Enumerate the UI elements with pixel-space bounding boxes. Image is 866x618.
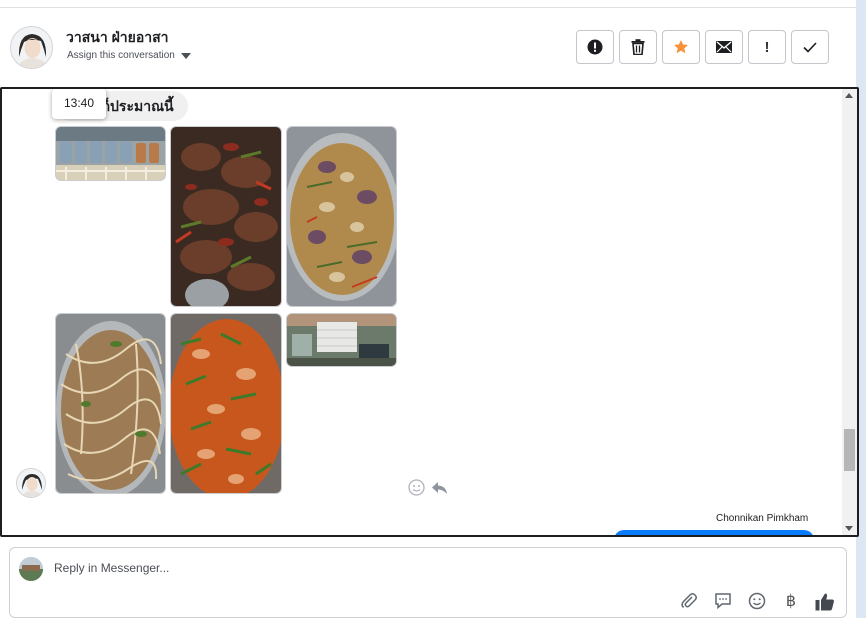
- spam-button[interactable]: [576, 30, 614, 64]
- envelope-icon: [716, 41, 732, 53]
- reply-arrow-icon[interactable]: [431, 479, 448, 501]
- photo-noodle-soup[interactable]: [55, 313, 166, 494]
- contact-avatar-small[interactable]: [16, 468, 46, 498]
- trash-icon: [631, 39, 645, 55]
- vertical-scrollbar[interactable]: [842, 89, 857, 535]
- conversation-panel[interactable]: นก็ประมาณนี้ 13:40 Chonnikan Pimkham: [0, 87, 859, 537]
- paperclip-icon[interactable]: [678, 591, 700, 611]
- assign-conversation-dropdown[interactable]: Assign this conversation: [67, 50, 191, 61]
- delete-button[interactable]: [619, 30, 657, 64]
- sender-name: Chonnikan Pimkham: [716, 513, 809, 524]
- alert-circle-icon: [587, 39, 603, 55]
- outgoing-message-bubble[interactable]: [614, 530, 814, 535]
- follow-up-button[interactable]: !: [748, 30, 786, 64]
- star-button[interactable]: [662, 30, 700, 64]
- scrollbar-thumb[interactable]: [844, 429, 855, 471]
- conversation-header: วาสนา ฝ่ายอาสา Assign this conversation: [0, 8, 856, 87]
- reaction-smiley-icon[interactable]: [408, 479, 425, 501]
- photo-stir-fry-beans[interactable]: [170, 313, 282, 494]
- header-actions: !: [576, 30, 829, 64]
- assign-label: Assign this conversation: [67, 50, 175, 61]
- page-avatar: [19, 557, 43, 581]
- smiley-icon[interactable]: [746, 591, 768, 611]
- baht-icon[interactable]: ฿: [780, 591, 802, 611]
- timestamp-tooltip: 13:40: [52, 89, 106, 119]
- thumbs-up-icon[interactable]: [814, 591, 836, 611]
- photo-rice-containers[interactable]: [55, 126, 166, 181]
- photo-curry-pot[interactable]: [286, 126, 397, 307]
- photo-food-packs[interactable]: [286, 313, 397, 367]
- composer-tools: ฿: [678, 591, 836, 611]
- done-button[interactable]: [791, 30, 829, 64]
- reply-composer: ฿: [9, 547, 847, 618]
- mark-unread-button[interactable]: [705, 30, 743, 64]
- reply-input[interactable]: [54, 556, 654, 580]
- exclamation-icon: !: [764, 38, 770, 56]
- speech-bubble-icon[interactable]: [712, 591, 734, 611]
- message-actions: [408, 479, 448, 501]
- checkmark-icon: [803, 41, 817, 53]
- scroll-up-arrow-icon[interactable]: [845, 93, 853, 98]
- star-icon: [674, 40, 688, 54]
- caret-down-icon: [180, 52, 191, 59]
- scroll-down-arrow-icon[interactable]: [845, 526, 853, 531]
- contact-avatar[interactable]: [10, 26, 53, 69]
- photo-fried-dish[interactable]: [170, 126, 282, 307]
- contact-name: วาสนา ฝ่ายอาสา: [66, 29, 169, 45]
